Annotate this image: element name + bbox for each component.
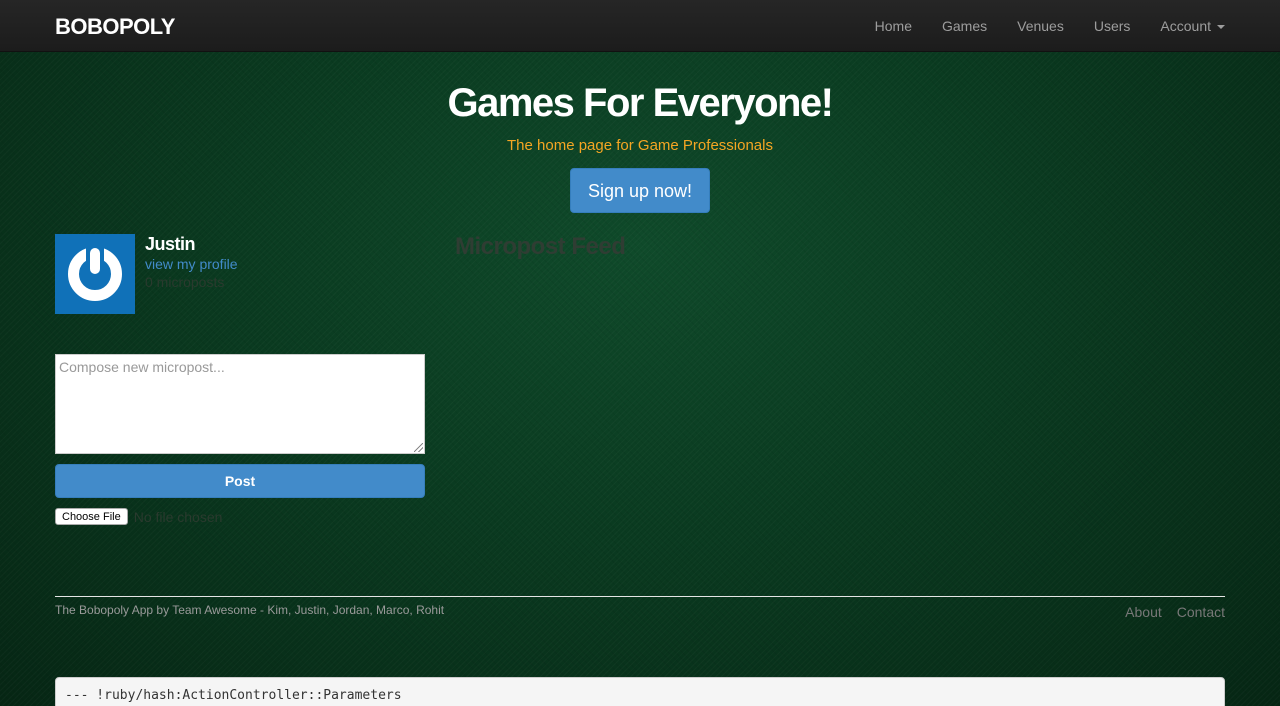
debug-params: --- !ruby/hash:ActionController::Paramet… xyxy=(55,677,1225,706)
user-profile-card: Justin view my profile 0 microposts xyxy=(55,234,238,314)
navbar: BOBOPOLY Home Games Venues Users Account xyxy=(0,0,1280,52)
footer-contact-link[interactable]: Contact xyxy=(1177,604,1225,620)
caret-down-icon xyxy=(1217,25,1225,30)
footer-credit: The Bobopoly App by Team Awesome - Kim, … xyxy=(55,603,445,617)
feed-title: Micropost Feed xyxy=(455,233,626,260)
signup-button[interactable]: Sign up now! xyxy=(569,168,711,213)
post-button[interactable]: Post xyxy=(55,464,425,498)
resize-handle[interactable] xyxy=(414,443,423,452)
nav-users[interactable]: Users xyxy=(1094,18,1131,34)
avatar xyxy=(55,234,135,314)
micropost-count: 0 microposts xyxy=(145,274,225,290)
hero-tagline: The home page for Game Professionals xyxy=(507,137,773,154)
hero-title: Games For Everyone! xyxy=(447,81,835,125)
footer-links: About Contact xyxy=(1110,604,1225,620)
nav-venues[interactable]: Venues xyxy=(1017,18,1064,34)
account-label: Account xyxy=(1160,18,1211,34)
profile-info: Justin view my profile 0 microposts xyxy=(145,234,345,290)
hero: Games For Everyone! The home page for Ga… xyxy=(0,78,1280,213)
file-status: No file chosen xyxy=(133,508,223,525)
footer-about-link[interactable]: About xyxy=(1125,604,1162,620)
nav-links: Home Games Venues Users Account xyxy=(845,0,1225,52)
nav-home[interactable]: Home xyxy=(875,18,912,34)
choose-file-button[interactable]: Choose File xyxy=(55,508,128,525)
profile-name: Justin xyxy=(145,234,196,254)
compose-micropost-input[interactable] xyxy=(55,354,425,454)
footer-divider xyxy=(55,596,1225,597)
nav-games[interactable]: Games xyxy=(942,18,987,34)
brand-logo[interactable]: BOBOPOLY xyxy=(55,14,175,40)
view-profile-link[interactable]: view my profile xyxy=(145,254,345,274)
file-upload: Choose File No file chosen xyxy=(55,508,222,525)
nav-account-dropdown[interactable]: Account xyxy=(1160,18,1225,34)
